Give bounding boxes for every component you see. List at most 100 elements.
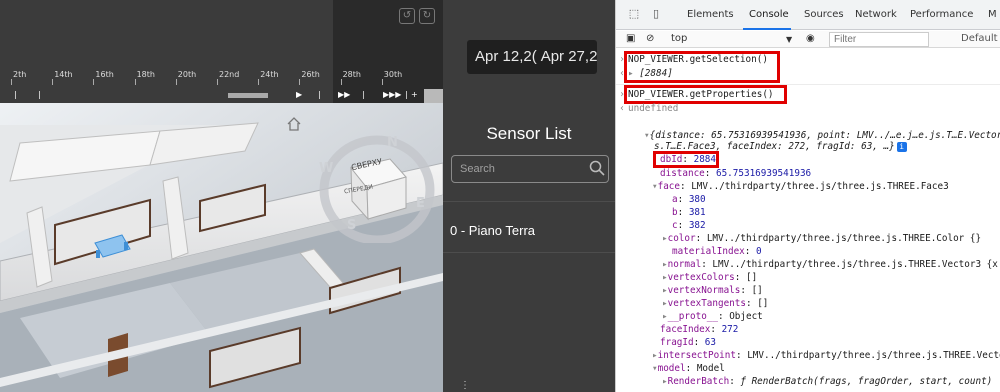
console-filter-input[interactable] bbox=[829, 32, 929, 47]
compass-north: N bbox=[387, 135, 398, 150]
prop-normal[interactable]: ▸normal: LMV../thirdparty/three.js/three… bbox=[662, 259, 1000, 271]
prop-render-batch[interactable]: ▸RenderBatch: ƒ RenderBatch(frags, fragO… bbox=[662, 376, 992, 388]
prompt-icon: › bbox=[619, 89, 625, 100]
info-icon[interactable]: i bbox=[896, 141, 907, 152]
timeline-tick-mark bbox=[340, 79, 342, 85]
prop-face-index: faceIndex: 272 bbox=[660, 324, 739, 335]
console-command: NOP_VIEWER.getSelection() bbox=[628, 54, 768, 65]
prop-material-index: materialIndex: 0 bbox=[672, 246, 762, 257]
timeline-control[interactable]: | bbox=[405, 90, 408, 99]
timeline-tick-mark bbox=[52, 79, 54, 85]
undo-icon[interactable]: ↺ bbox=[399, 8, 415, 24]
date-end: Apr 27,2 bbox=[540, 48, 597, 65]
sidebar-toggle-icon[interactable]: ▣ bbox=[626, 33, 635, 44]
console-toolbar: ▣ ⊘ top ▼ ◉ Default l bbox=[616, 31, 1000, 48]
console-separator bbox=[616, 84, 1000, 85]
eye-icon[interactable]: ◉ bbox=[806, 33, 815, 44]
compass-south: S bbox=[347, 218, 357, 233]
console-output: › NOP_VIEWER.getSelection() ‹ ▸ [2884] › NO… bbox=[616, 50, 1000, 392]
prop-frag-id: fragId: 63 bbox=[660, 337, 716, 348]
timeline-tick-mark bbox=[175, 79, 177, 85]
timeline-control[interactable]: ▶ bbox=[296, 90, 302, 99]
clear-console-icon[interactable]: ⊘ bbox=[646, 33, 654, 44]
sensor-search-input[interactable] bbox=[451, 155, 609, 183]
timeline-tick-label: 30th bbox=[383, 70, 403, 79]
timeline-control[interactable]: | bbox=[362, 90, 365, 99]
search-icon[interactable] bbox=[589, 160, 605, 181]
timeline-tick-label: 28th bbox=[342, 70, 361, 79]
timeline-control[interactable]: | bbox=[14, 90, 17, 99]
timeline-tick-mark bbox=[93, 79, 95, 85]
chevron-down-icon[interactable]: ▼ bbox=[786, 35, 792, 44]
timeline-tick-mark bbox=[299, 79, 301, 85]
timeline-ticks: 2th 14th 16th 18th 20th 22nd 24th 26th 28th 30th bbox=[0, 70, 443, 85]
prop-vertex-colors[interactable]: ▸vertexColors: [] bbox=[662, 272, 757, 284]
timeline-control[interactable]: ▶▶ bbox=[338, 90, 350, 99]
prop-a: a: 380 bbox=[672, 194, 706, 205]
prop-proto[interactable]: ▸__proto__: Object bbox=[662, 311, 763, 323]
compass-west: W bbox=[319, 161, 334, 176]
object-summary-cont: s.T…E.Face3, faceIndex: 272, fragId: 63,… bbox=[654, 141, 907, 153]
timeline-tick-label: 24th bbox=[260, 70, 279, 79]
prop-dbid: dbId: 2884 bbox=[660, 154, 716, 165]
prop-model[interactable]: ▾model: Model bbox=[652, 363, 725, 375]
devtools-tabbar: ⬚ ▯ Elements Console Sources Network Per… bbox=[616, 0, 1000, 30]
prop-intersect-point[interactable]: ▸intersectPoint: LMV../thirdparty/three.… bbox=[652, 350, 1000, 362]
timeline-tick-mark bbox=[258, 79, 260, 85]
inspect-element-icon[interactable]: ⬚ bbox=[627, 7, 641, 21]
timeline-control[interactable]: ▶▶▶ bbox=[383, 90, 401, 99]
result-icon: ‹ bbox=[619, 103, 625, 114]
timeline-tick-label: 26th bbox=[301, 70, 320, 79]
timeline-tick-label: 14th bbox=[54, 70, 73, 79]
timeline-tick-mark bbox=[134, 79, 136, 85]
redo-icon[interactable]: ↻ bbox=[419, 8, 435, 24]
date-range[interactable]: Apr 12,2(Apr 27,2 bbox=[467, 40, 597, 74]
console-input-line: › NOP_VIEWER.getSelection() bbox=[616, 54, 768, 66]
sensor-divider bbox=[443, 252, 615, 253]
timeline-tick-mark bbox=[381, 79, 383, 85]
prop-vertex-tangents[interactable]: ▸vertexTangents: [] bbox=[662, 298, 768, 310]
timeline-control[interactable]: | bbox=[38, 90, 41, 99]
prop-face[interactable]: ▾face: LMV../thirdparty/three.js/three.j… bbox=[652, 181, 949, 193]
tab-performance[interactable]: Performance bbox=[910, 9, 973, 20]
context-selector[interactable]: top bbox=[671, 33, 687, 44]
tab-network[interactable]: Network bbox=[855, 9, 897, 20]
tab-console[interactable]: Console bbox=[749, 9, 789, 20]
timeline-controls: | | ▶ | ▶▶ | ▶▶▶ | + bbox=[0, 90, 443, 103]
tab-sources[interactable]: Sources bbox=[804, 9, 844, 20]
timeline-tick-label: 20th bbox=[177, 70, 197, 79]
more-icon[interactable]: ⋮ bbox=[460, 380, 470, 391]
viewer-pane[interactable]: ↺ ↻ 2th 14th 16th 18th 20th 22nd 24th 26th 28th 3… bbox=[0, 0, 443, 392]
console-input-line: › NOP_VIEWER.getProperties() bbox=[616, 89, 773, 101]
compass-east: E bbox=[416, 196, 425, 211]
console-result: [2884] bbox=[639, 68, 673, 79]
active-tab-indicator bbox=[743, 28, 791, 30]
sensor-list-item[interactable]: 0 - Piano Terra bbox=[450, 223, 535, 238]
date-start: Apr 12,2( bbox=[475, 48, 537, 65]
sensor-divider bbox=[443, 201, 615, 202]
timeline-end-marker bbox=[424, 89, 443, 103]
timeline[interactable]: ↺ ↻ 2th 14th 16th 18th 20th 22nd 24th 26th 28th 3… bbox=[0, 0, 443, 103]
timeline-tick-mark bbox=[217, 79, 218, 85]
viewcube[interactable] bbox=[318, 133, 436, 245]
prop-vertex-normals[interactable]: ▸vertexNormals: [] bbox=[662, 285, 763, 297]
home-icon[interactable] bbox=[286, 117, 302, 136]
prompt-icon: › bbox=[619, 54, 625, 65]
prop-distance: distance: 65.75316939541936 bbox=[660, 168, 812, 179]
device-toolbar-icon[interactable]: ▯ bbox=[649, 7, 663, 21]
tab-more[interactable]: M bbox=[988, 9, 997, 20]
prop-b: b: 381 bbox=[672, 207, 706, 218]
tab-elements[interactable]: Elements bbox=[687, 9, 734, 20]
prop-color[interactable]: ▸color: LMV../thirdparty/three.js/three.… bbox=[662, 233, 981, 245]
log-levels-dropdown[interactable]: Default l bbox=[961, 33, 1000, 44]
timeline-control[interactable]: + bbox=[411, 90, 418, 99]
console-result: undefined bbox=[628, 103, 679, 114]
console-result-line: ‹ undefined bbox=[616, 103, 678, 115]
timeline-tick-label: 22nd bbox=[219, 70, 240, 79]
console-result-line[interactable]: ‹ ▸ [2884] bbox=[616, 68, 673, 80]
timeline-control[interactable]: | bbox=[318, 90, 321, 99]
timeline-tick-label: 18th bbox=[136, 70, 155, 79]
timeline-tick-label: 16th bbox=[95, 70, 114, 79]
expand-arrow-icon[interactable]: ▸ bbox=[628, 68, 639, 79]
timeline-slider[interactable] bbox=[228, 93, 268, 98]
